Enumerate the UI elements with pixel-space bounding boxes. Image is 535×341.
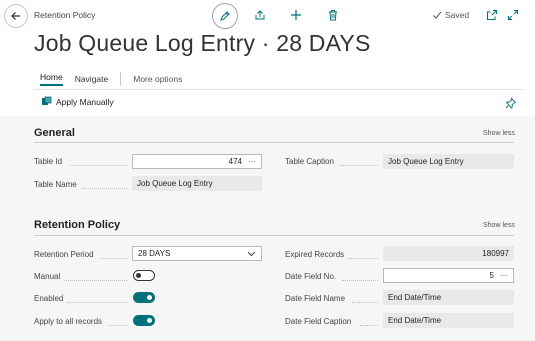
breadcrumb: Retention Policy (34, 10, 96, 20)
leader-dots (348, 258, 378, 259)
apply-all-records-toggle[interactable] (133, 315, 155, 326)
date-field-name-field: End Date/Time (383, 290, 514, 305)
leader-dots (64, 280, 127, 281)
pin-icon (505, 97, 517, 109)
retention-section-title[interactable]: Retention Policy (34, 219, 120, 231)
tab-home[interactable]: Home (40, 72, 63, 86)
leader-dots (82, 188, 127, 189)
general-divider (34, 142, 514, 143)
page-title: Job Queue Log Entry · 28 DAYS (34, 30, 371, 56)
open-new-window-button[interactable] (486, 9, 498, 21)
table-caption-value: Job Queue Log Entry (388, 157, 464, 166)
lookup-ellipsis-icon[interactable]: ··· (500, 271, 508, 280)
enabled-toggle[interactable] (133, 292, 155, 303)
leader-dots (340, 165, 378, 166)
leader-dots (342, 280, 378, 281)
date-field-caption-field: End Date/Time (383, 313, 514, 328)
date-field-no-field[interactable]: 5 ··· (383, 268, 514, 283)
leader-dots (360, 325, 378, 326)
plus-icon (291, 10, 301, 20)
back-arrow-icon (11, 12, 20, 20)
expand-button[interactable] (507, 9, 519, 21)
expand-icon (508, 10, 518, 20)
leader-dots (67, 302, 127, 303)
retention-period-value: 28 DAYS (138, 249, 171, 258)
edit-button[interactable] (212, 3, 238, 29)
leader-dots (100, 258, 127, 259)
table-caption-label: Table Caption (285, 157, 334, 166)
date-field-no-label: Date Field No. (285, 272, 337, 281)
general-show-less[interactable]: Show less (483, 130, 515, 137)
date-field-caption-value: End Date/Time (388, 316, 442, 325)
lookup-ellipsis-icon[interactable]: ··· (248, 157, 256, 166)
saved-status: Saved (432, 10, 469, 20)
leader-dots (352, 302, 378, 303)
retention-period-select[interactable]: 28 DAYS (132, 246, 262, 261)
back-button[interactable] (4, 4, 28, 28)
expired-records-field[interactable]: 180997 (383, 246, 514, 261)
table-name-field: Job Queue Log Entry (132, 176, 262, 191)
table-id-value: 474 (228, 157, 242, 166)
apply-manually-label: Apply Manually (56, 96, 114, 107)
add-button[interactable] (290, 9, 302, 21)
table-caption-field: Job Queue Log Entry (383, 154, 514, 169)
date-field-caption-label: Date Field Caption (285, 317, 352, 326)
toggle-knob (136, 273, 141, 278)
trash-icon (329, 10, 337, 21)
retention-divider (34, 235, 514, 236)
table-id-label: Table Id (34, 157, 63, 166)
apply-manually-icon (42, 96, 52, 105)
pencil-icon (220, 11, 230, 21)
open-in-new-window-icon (487, 10, 497, 20)
pin-button[interactable] (505, 96, 517, 114)
expired-records-label: Expired Records (285, 250, 345, 259)
action-tabs: Home Navigate More options (40, 72, 194, 86)
share-button[interactable] (254, 9, 266, 21)
table-name-value: Job Queue Log Entry (137, 179, 213, 188)
manual-toggle[interactable] (133, 270, 155, 281)
table-id-field[interactable]: 474 ··· (132, 154, 262, 169)
toggle-knob (147, 295, 152, 300)
apply-all-records-label: Apply to all records (34, 317, 103, 326)
tab-navigate[interactable]: Navigate (75, 74, 109, 84)
leader-dots (70, 165, 127, 166)
expired-records-value: 180997 (482, 249, 509, 258)
tab-more-options[interactable]: More options (133, 74, 182, 84)
table-name-label: Table Name (34, 180, 77, 189)
apply-manually-button[interactable]: Apply Manually (41, 96, 114, 107)
leader-dots (108, 325, 127, 326)
enabled-label: Enabled (34, 294, 64, 303)
delete-button[interactable] (327, 9, 339, 21)
date-field-no-value: 5 (489, 271, 494, 280)
manual-label: Manual (34, 272, 61, 281)
date-field-name-label: Date Field Name (285, 294, 346, 303)
date-field-name-value: End Date/Time (388, 293, 442, 302)
toggle-knob (147, 318, 152, 323)
retention-period-label: Retention Period (34, 250, 94, 259)
retention-show-less[interactable]: Show less (483, 222, 515, 229)
share-icon (255, 10, 265, 20)
chevron-down-icon (247, 251, 256, 256)
general-section-title[interactable]: General (34, 127, 75, 139)
saved-label: Saved (445, 10, 470, 20)
checkmark-icon (433, 11, 442, 19)
tab-divider (120, 72, 122, 86)
